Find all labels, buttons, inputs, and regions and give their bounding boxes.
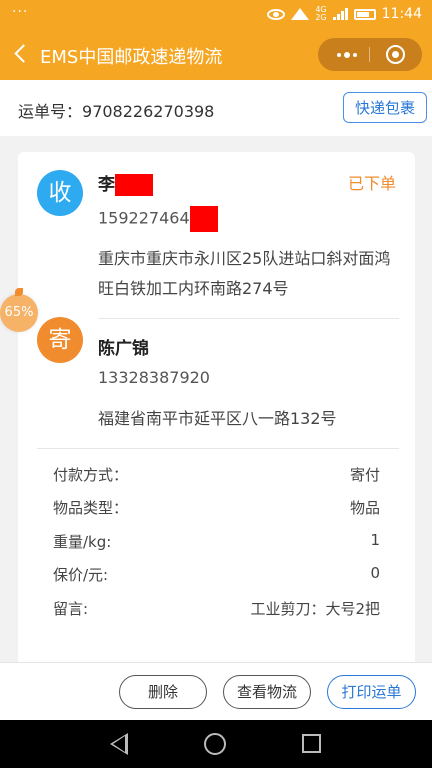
receiver-phone: 159227464 — [98, 206, 218, 232]
eye-comfort-icon — [267, 8, 286, 20]
receiver-name: 李 — [98, 170, 153, 196]
capsule-divider — [369, 47, 370, 62]
detail-value: 0 — [370, 564, 380, 582]
system-home-icon[interactable] — [204, 733, 226, 755]
system-nav-bar — [0, 720, 432, 768]
detail-key: 留言: — [53, 600, 89, 618]
floating-progress-badge[interactable]: 65% — [0, 288, 38, 332]
detail-row-payment: 付款方式： 寄付 — [53, 464, 380, 486]
sender-avatar: 寄 — [37, 317, 83, 363]
receiver-address: 重庆市重庆市永川区25队进站口斜对面鸿旺白铁加工内环南路274号 — [98, 249, 391, 298]
receiver-phone-text: 159227464 — [98, 208, 190, 228]
detail-row-item-type: 物品类型： 物品 — [53, 497, 380, 519]
section-divider — [98, 318, 399, 319]
package-type-button[interactable]: 快递包裹 — [343, 92, 427, 123]
battery-icon — [353, 8, 376, 20]
status-bar: ··· 4G 2G 11:44 — [0, 0, 432, 30]
view-logistics-button[interactable]: 查看物流 — [223, 675, 311, 709]
status-icons: 4G 2G 11:44 — [267, 6, 422, 22]
close-miniprogram-icon[interactable] — [386, 45, 405, 64]
redaction-mark — [189, 206, 218, 232]
system-back-icon[interactable] — [110, 733, 128, 755]
delete-button[interactable]: 删除 — [119, 675, 207, 709]
nav-bar: EMS中国邮政速递物流 — [0, 30, 432, 80]
miniprogram-capsule — [318, 38, 422, 71]
section-divider — [37, 448, 399, 449]
waybill-row: 运单号：9708226270398 快递包裹 — [0, 80, 432, 136]
detail-row-weight: 重量/kg: 1 — [53, 531, 380, 553]
sender-address: 福建省南平市延平区八一路132号 — [98, 409, 337, 428]
page-title: EMS中国邮政速递物流 — [40, 47, 223, 68]
detail-row-insurance: 保价/元: 0 — [53, 564, 380, 586]
waybill-value: 9708226270398 — [82, 102, 215, 121]
wifi-icon — [291, 8, 310, 20]
more-menu-icon[interactable] — [332, 38, 362, 71]
signal-icon — [332, 8, 348, 20]
detail-value: 寄付 — [349, 466, 380, 484]
detail-row-message: 留言: 工业剪刀：大号2把 — [53, 598, 380, 620]
action-bar: 删除 查看物流 打印运单 — [0, 662, 432, 720]
notification-dots: ··· — [12, 4, 29, 20]
redaction-mark — [115, 174, 153, 196]
print-waybill-button[interactable]: 打印运单 — [327, 675, 416, 709]
detail-value: 工业剪刀：大号2把 — [250, 600, 380, 618]
detail-value: 物品 — [349, 499, 380, 517]
sender-name: 陈广锦 — [98, 339, 149, 359]
waybill-number: 运单号：9708226270398 — [18, 98, 214, 122]
clock: 11:44 — [381, 6, 422, 22]
receiver-avatar: 收 — [37, 170, 83, 216]
order-card: 收 李 已下单 159227464 重庆市重庆市永川区25队进站口斜对面鸿旺白铁… — [18, 152, 415, 672]
system-recents-icon[interactable] — [302, 734, 321, 753]
back-arrow-icon[interactable] — [12, 42, 32, 66]
detail-key: 保价/元: — [53, 566, 109, 584]
detail-value: 1 — [370, 531, 380, 549]
receiver-name-text: 李 — [98, 175, 115, 195]
network-type-bottom: 2G — [315, 13, 327, 22]
order-status: 已下单 — [347, 174, 396, 193]
network-type: 4G 2G — [315, 6, 326, 22]
sender-phone: 13328387920 — [98, 368, 210, 387]
detail-key: 重量/kg: — [53, 533, 112, 551]
detail-key: 物品类型： — [53, 499, 129, 517]
detail-key: 付款方式： — [53, 466, 129, 484]
waybill-label: 运单号： — [18, 102, 83, 121]
